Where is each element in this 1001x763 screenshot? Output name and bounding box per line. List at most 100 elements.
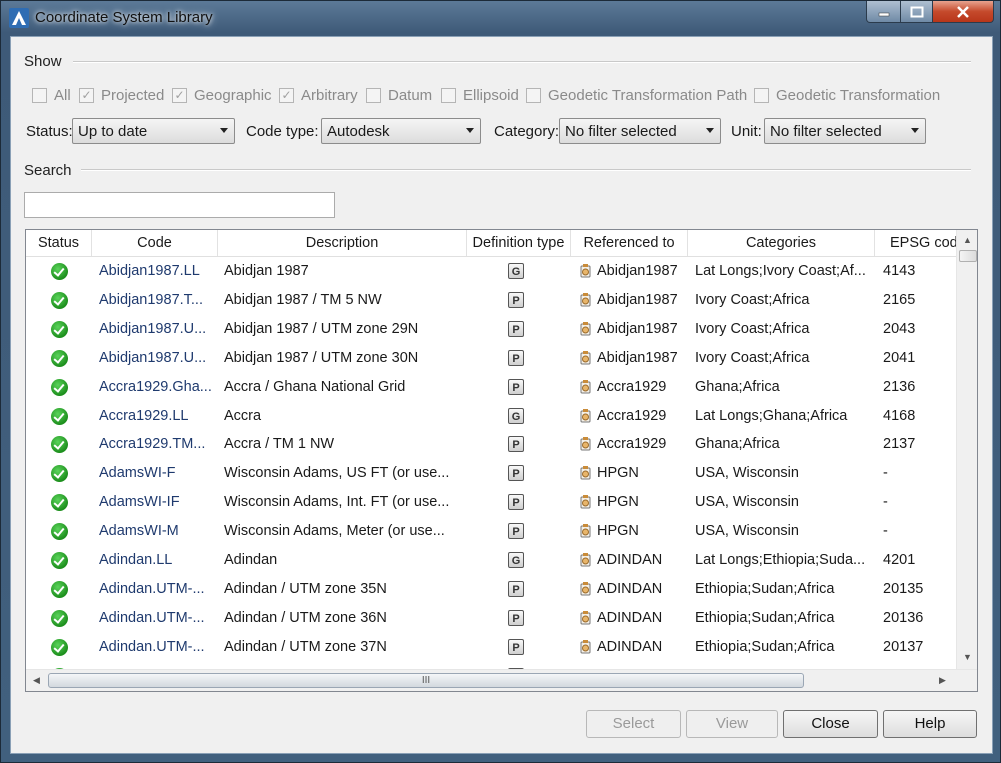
window-close-button[interactable] [932, 1, 994, 23]
cell-code: Adindan.UTM-... [99, 638, 205, 655]
checkbox-all[interactable]: All [32, 87, 71, 104]
scroll-down-icon[interactable]: ▼ [963, 652, 972, 662]
checkbox-ellipsoid[interactable]: Ellipsoid [441, 87, 519, 104]
horizontal-scrollbar[interactable]: ◀ III ▶ [26, 669, 977, 691]
checkbox-geodetic-transformation-path[interactable]: Geodetic Transformation Path [526, 87, 747, 104]
code-type-filter-select[interactable]: Autodesk [321, 118, 481, 144]
category-filter-value: No filter selected [565, 123, 677, 140]
checkbox-ellipsoid-label: Ellipsoid [463, 87, 519, 104]
table-row[interactable]: Adindan.UTM-...Adindan / UTM zone 38NPAD… [26, 662, 956, 669]
vertical-scroll-thumb[interactable] [959, 250, 977, 262]
cell-categories: Ivory Coast;Africa [695, 291, 810, 308]
referenced-to-icon [580, 379, 591, 394]
cell-epsg-code: 20136 [883, 609, 924, 626]
table-row[interactable]: AdamsWI-F Wisconsin Adams, US FT (or use.… [26, 459, 956, 488]
help-button[interactable]: Help [883, 710, 977, 738]
table-row[interactable]: Accra1929.Gha... Accra / Ghana National G… [26, 373, 956, 402]
referenced-to-icon [580, 321, 591, 336]
table-row[interactable]: AdamsWI-M Wisconsin Adams, Meter (or use.… [26, 517, 956, 546]
cell-categories: Ghana;Africa [695, 378, 780, 395]
scroll-up-icon[interactable]: ▲ [963, 235, 972, 245]
column-header-description[interactable]: Description [218, 230, 467, 256]
cell-description: Abidjan 1987 / UTM zone 30N [224, 349, 419, 366]
scroll-left-icon[interactable]: ◀ [33, 675, 40, 686]
cell-description: Wisconsin Adams, US FT (or use... [224, 465, 450, 482]
checkbox-geographic[interactable]: ✓ Geographic [172, 87, 272, 104]
cell-referenced-to: Accra1929 [597, 407, 667, 424]
table-row[interactable]: Abidjan1987.U... Abidjan 1987 / UTM zone … [26, 344, 956, 373]
checkbox-projected[interactable]: ✓ Projected [79, 87, 164, 104]
column-header-status[interactable]: Status [26, 230, 92, 256]
cell-referenced-to: HPGN [597, 494, 639, 511]
checkbox-geodetic-transformation-path-box[interactable] [526, 88, 541, 103]
checkbox-datum-box[interactable] [366, 88, 381, 103]
chevron-down-icon [220, 128, 228, 133]
table-row[interactable]: Adindan.UTM-... Adindan / UTM zone 37N P AD… [26, 633, 956, 662]
status-filter-select[interactable]: Up to date [72, 118, 235, 144]
vertical-scrollbar[interactable]: ▲ ▼ [956, 230, 977, 669]
column-header-code[interactable]: Code [92, 230, 218, 256]
cell-referenced-to: Abidjan1987 [597, 320, 678, 337]
column-header-definition-type[interactable]: Definition type [467, 230, 571, 256]
status-ok-icon [51, 465, 68, 483]
unit-filter-select[interactable]: No filter selected [764, 118, 926, 144]
checkbox-datum[interactable]: Datum [366, 87, 432, 104]
column-header-referenced-to[interactable]: Referenced to [571, 230, 688, 256]
cell-code: Accra1929.Gha... [99, 378, 211, 395]
checkbox-arbitrary-box[interactable]: ✓ [279, 88, 294, 103]
status-ok-icon [51, 407, 68, 425]
cell-referenced-to: ADINDAN [597, 662, 689, 669]
close-button[interactable]: Close [783, 710, 878, 738]
table-row[interactable]: Accra1929.LL Accra G Accra1929 Lat Longs;Gha… [26, 402, 956, 431]
checkbox-arbitrary[interactable]: ✓ Arbitrary [279, 87, 358, 104]
cell-epsg-code: - [883, 465, 888, 482]
view-button[interactable]: View [686, 710, 778, 738]
referenced-to-icon [580, 524, 591, 538]
cell-categories: Ivory Coast;Africa [695, 320, 810, 337]
checkbox-projected-box[interactable]: ✓ [79, 88, 94, 103]
horizontal-scroll-thumb[interactable]: III [48, 673, 804, 688]
table-row[interactable]: Adindan.LL Adindan G ADINDAN Lat Longs;Ethio… [26, 546, 956, 575]
select-button[interactable]: Select [586, 710, 681, 738]
cell-epsg-code: 20138 [883, 662, 953, 669]
cell-description: Abidjan 1987 / TM 5 NW [224, 291, 382, 308]
checkbox-all-label: All [54, 87, 71, 104]
cell-code: Abidjan1987.LL [99, 263, 200, 279]
checkbox-datum-label: Datum [388, 87, 433, 104]
checkbox-geodetic-transformation-box[interactable] [754, 88, 769, 103]
checkbox-projected-label: Projected [101, 87, 165, 104]
search-input[interactable] [24, 192, 335, 218]
category-filter-select[interactable]: No filter selected [559, 118, 721, 144]
status-filter-label: Status: [26, 123, 73, 140]
table-row[interactable]: Abidjan1987.LL Abidjan 1987 G Abidjan1987 La… [26, 257, 956, 286]
cell-description: Adindan / UTM zone 38N [224, 662, 460, 669]
minimize-button[interactable] [866, 1, 901, 23]
autodesk-app-icon [9, 8, 29, 28]
cell-referenced-to: ADINDAN [597, 580, 663, 597]
code-type-filter-value: Autodesk [327, 123, 390, 140]
table-row[interactable]: Adindan.UTM-... Adindan / UTM zone 35N P AD… [26, 575, 956, 604]
column-header-categories[interactable]: Categories [688, 230, 875, 256]
referenced-to-icon [580, 408, 591, 422]
checkbox-ellipsoid-box[interactable] [441, 88, 456, 103]
checkbox-geographic-box[interactable]: ✓ [172, 88, 187, 103]
title-bar[interactable]: Coordinate System Library [1, 1, 1001, 35]
table-row[interactable]: AdamsWI-IF Wisconsin Adams, Int. FT (or u… [26, 488, 956, 517]
cell-code: Accra1929.TM... [99, 436, 206, 453]
table-row[interactable]: Adindan.UTM-... Adindan / UTM zone 36N P AD… [26, 604, 956, 633]
referenced-to-icon [580, 264, 591, 278]
table-row[interactable]: Abidjan1987.U... Abidjan 1987 / UTM zone … [26, 315, 956, 344]
scroll-right-icon[interactable]: ▶ [939, 675, 946, 686]
status-ok-icon [51, 609, 68, 627]
table-row[interactable]: Accra1929.TM... Accra / TM 1 NW P Accra1929… [26, 430, 956, 459]
checkbox-geodetic-transformation[interactable]: Geodetic Transformation [754, 87, 940, 104]
checkbox-all-box[interactable] [32, 88, 47, 103]
checkbox-geodetic-transformation-path-label: Geodetic Transformation Path [548, 87, 748, 104]
table-row[interactable]: Abidjan1987.T... Abidjan 1987 / TM 5 NW P A… [26, 286, 956, 315]
cell-description: Adindan / UTM zone 36N [224, 609, 387, 626]
maximize-button[interactable] [900, 1, 933, 23]
chevron-down-icon [911, 128, 919, 133]
cell-code: Adindan.UTM-... [99, 662, 211, 669]
definition-type-icon: G [508, 552, 524, 568]
cell-description: Adindan / UTM zone 35N [224, 580, 387, 597]
